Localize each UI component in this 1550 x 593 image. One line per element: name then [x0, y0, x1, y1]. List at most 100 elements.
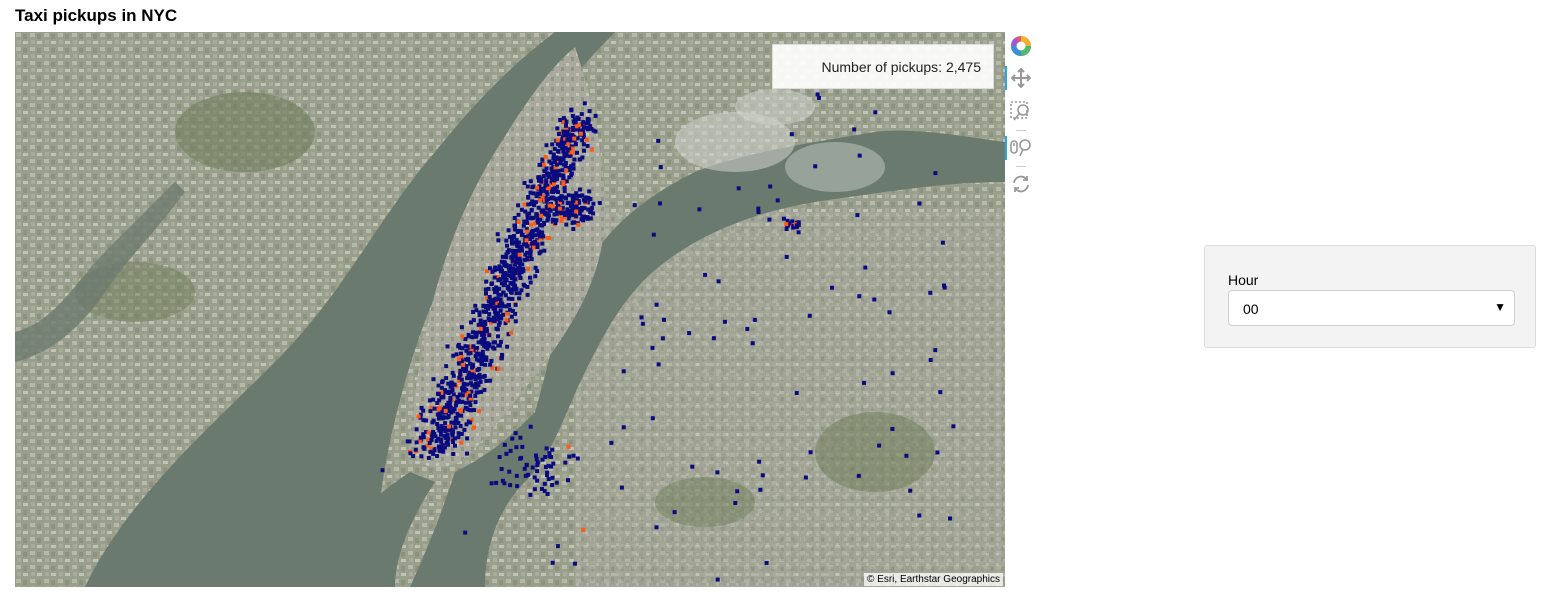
pickup-point [414, 427, 419, 432]
pickup-point [579, 112, 584, 117]
hour-select[interactable]: 00 ▼ [1228, 290, 1515, 326]
pickup-point [492, 346, 497, 351]
pickup-point [487, 333, 492, 338]
bokeh-logo-icon[interactable] [1007, 32, 1035, 60]
pickup-point [468, 393, 473, 398]
pickup-point [530, 465, 535, 470]
pickup-point [476, 340, 481, 345]
pickup-point [512, 223, 517, 228]
pickup-point [488, 362, 493, 367]
pickup-point [484, 279, 489, 284]
pickup-point [715, 577, 720, 582]
pickup-point [435, 454, 439, 458]
pickup-point [619, 485, 624, 490]
pickup-point [552, 182, 556, 186]
pickup-point [582, 148, 586, 153]
pickup-point [504, 317, 509, 322]
pickup-point [890, 371, 895, 376]
pickup-point [745, 327, 750, 331]
pickup-point [454, 400, 459, 405]
pickup-point [561, 130, 566, 135]
pickup-point [566, 444, 571, 449]
pickup-point [504, 304, 509, 309]
pickup-point [477, 372, 482, 377]
pickup-point [478, 326, 483, 331]
pickup-point [570, 205, 575, 210]
pickup-point [463, 344, 468, 349]
pickup-point [484, 357, 489, 362]
wheel-zoom-icon[interactable] [1005, 134, 1035, 162]
pickup-point [472, 425, 476, 430]
pickup-point [583, 199, 588, 204]
pickup-point [479, 359, 484, 364]
pickup-point [520, 444, 525, 449]
pickup-point [687, 331, 692, 336]
pickup-point [462, 427, 467, 432]
pickup-point [514, 473, 519, 478]
pickup-point [561, 180, 566, 185]
pickup-point [454, 352, 459, 357]
pickup-point [789, 132, 794, 137]
pickup-point [530, 229, 535, 233]
pickup-point [443, 408, 448, 413]
pickup-point [518, 269, 523, 274]
pickup-point [442, 434, 447, 439]
box-zoom-icon[interactable] [1007, 98, 1035, 126]
hour-select-value: 00 [1243, 301, 1259, 317]
pickup-point [419, 454, 424, 459]
pickup-point [505, 311, 509, 316]
pickup-point [571, 199, 576, 204]
pickup-point [545, 473, 549, 478]
pickup-point [476, 383, 481, 388]
pickup-point [540, 223, 544, 228]
pickup-point [472, 408, 477, 412]
pickup-point [413, 447, 418, 452]
pickup-point [656, 362, 661, 367]
pickup-point [428, 449, 433, 454]
map-plot[interactable]: Number of pickups: 2,475 © Esri, Earthst… [15, 32, 1005, 587]
pickup-point [562, 212, 567, 217]
pickup-point [862, 380, 866, 385]
pickup-point [796, 230, 801, 235]
pickup-point [794, 391, 799, 395]
pickup-point [466, 334, 471, 339]
pickup-point [561, 173, 566, 178]
pickup-point [448, 395, 453, 400]
pickup-point [940, 240, 945, 245]
pickup-point [564, 151, 569, 156]
pickup-point [431, 397, 436, 402]
pickup-point [550, 475, 555, 480]
pickup-point [522, 181, 527, 185]
pickup-point [493, 297, 498, 302]
pickup-point [573, 561, 577, 566]
pickup-point [529, 208, 534, 212]
pickup-point [481, 322, 486, 327]
pickup-point [485, 341, 490, 346]
pickup-point [471, 310, 476, 314]
pan-icon[interactable] [1005, 64, 1035, 92]
pickup-point [540, 241, 545, 246]
pickup-point [791, 225, 796, 230]
pickup-point [555, 138, 560, 143]
pickups-count-box: Number of pickups: 2,475 [772, 44, 994, 89]
pickup-point [581, 142, 586, 147]
pickup-point [658, 201, 662, 206]
pickup-point [456, 435, 461, 440]
pickup-point [510, 296, 515, 301]
pickup-point [507, 469, 512, 474]
pickup-point [711, 336, 716, 341]
pickup-point [503, 293, 508, 298]
pickup-point [733, 501, 738, 505]
pickup-point [550, 196, 554, 200]
pickup-point [796, 223, 801, 227]
pickup-point [518, 276, 523, 280]
pickup-point [509, 330, 514, 335]
pickup-point [535, 460, 540, 465]
pickup-point [578, 131, 583, 136]
pickup-point [542, 162, 547, 167]
pickup-point [429, 438, 434, 442]
reset-icon[interactable] [1007, 170, 1035, 198]
hour-widget-panel: Hour 00 ▼ [1204, 245, 1536, 348]
pickup-point [539, 176, 544, 181]
pickup-point [464, 367, 469, 372]
